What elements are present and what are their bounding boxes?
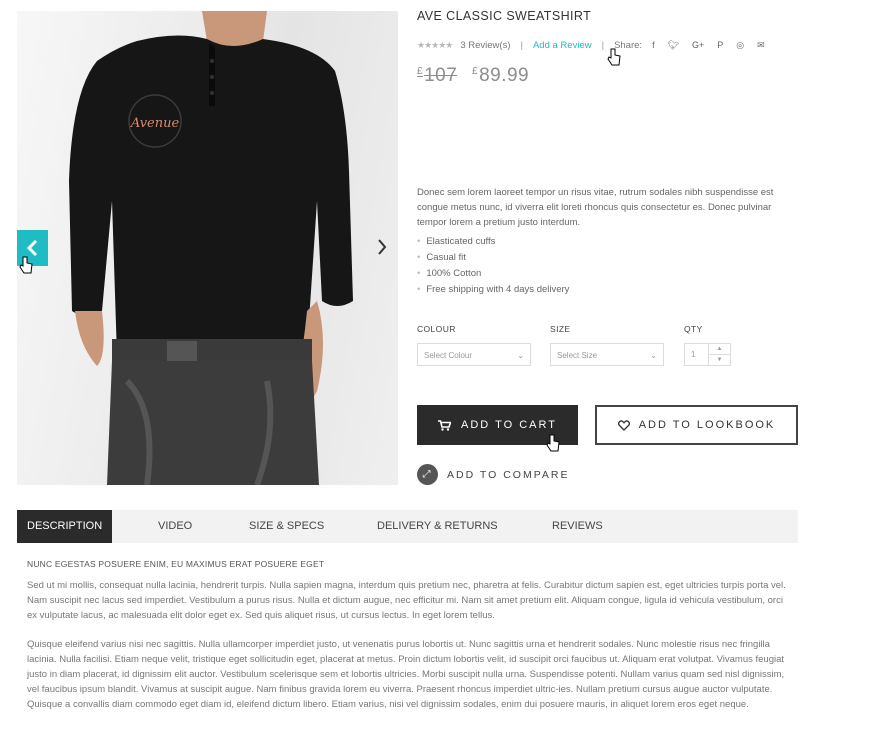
hand-cursor-icon xyxy=(607,48,621,66)
review-row: ★★★★★ 3 Review(s) | Add a Review | Share… xyxy=(417,39,765,51)
chevron-down-icon: ⌄ xyxy=(517,351,524,360)
tab-size-specs[interactable]: SIZE & SPECS xyxy=(249,510,324,543)
quantity-stepper[interactable]: 1 ▲ ▼ xyxy=(684,343,731,366)
colour-label: COLOUR xyxy=(417,324,456,334)
size-select[interactable]: Select Size ⌄ xyxy=(550,343,664,366)
tab-delivery-returns[interactable]: DELIVERY & RETURNS xyxy=(377,510,498,543)
feature-item: Free shipping with 4 days delivery xyxy=(417,282,569,298)
description-heading: NUNC EGESTAS POSUERE ENIM, EU MAXIMUS ER… xyxy=(27,559,325,569)
tab-video[interactable]: VIDEO xyxy=(158,510,192,543)
hand-cursor-icon xyxy=(19,256,33,274)
email-icon[interactable]: ✉ xyxy=(757,40,765,51)
description-paragraph: Sed ut mi mollis, consequat nulla lacini… xyxy=(27,580,786,621)
chevron-left-icon xyxy=(26,240,37,256)
description-paragraph: Quisque eleifend varius nisi nec sagitti… xyxy=(27,639,785,710)
share-icons: f 🐦︎ G+ P ◎ ✉ xyxy=(652,40,765,51)
feature-item: 100% Cotton xyxy=(417,266,569,282)
instagram-icon[interactable]: ◎ xyxy=(736,40,744,51)
feature-list: Elasticated cuffs Casual fit 100% Cotton… xyxy=(417,234,569,298)
increment-icon[interactable]: ▲ xyxy=(709,344,730,355)
gallery-next-button[interactable] xyxy=(372,236,392,258)
reviews-count[interactable]: 3 Review(s) xyxy=(460,40,510,51)
heart-icon xyxy=(617,419,630,431)
divider: | xyxy=(520,39,523,51)
product-description: Donec sem lorem laoreet tempor un risus … xyxy=(417,187,774,228)
colour-select[interactable]: Select Colour ⌄ xyxy=(417,343,531,366)
old-price: £107 xyxy=(417,65,458,86)
add-review-link[interactable]: Add a Review xyxy=(533,40,592,51)
compare-icon: ⤢ xyxy=(417,464,438,485)
divider: | xyxy=(601,39,605,51)
google-plus-icon[interactable]: G+ xyxy=(692,40,704,50)
quantity-value[interactable]: 1 xyxy=(691,350,695,359)
chevron-down-icon: ⌄ xyxy=(650,351,657,360)
current-price: £89.99 xyxy=(472,65,530,86)
rating-stars-icon: ★★★★★ xyxy=(417,39,453,50)
qty-label: QTY xyxy=(684,324,703,334)
product-title: AVE CLASSIC SWEATSHIRT xyxy=(417,9,592,23)
feature-item: Casual fit xyxy=(417,250,569,266)
sweatshirt-photo: Avenue xyxy=(69,11,353,485)
decrement-icon[interactable]: ▼ xyxy=(709,355,730,366)
tab-description[interactable]: DESCRIPTION xyxy=(17,510,113,543)
facebook-icon[interactable]: f xyxy=(652,40,655,50)
size-label: SIZE xyxy=(550,324,571,334)
hand-cursor-icon xyxy=(546,434,560,452)
add-to-compare-link[interactable]: ⤢ ADD TO COMPARE xyxy=(417,464,570,485)
product-image: Avenue xyxy=(17,11,398,485)
add-to-lookbook-button[interactable]: ADD TO LOOKBOOK xyxy=(595,405,798,445)
feature-item: Elasticated cuffs xyxy=(417,234,569,250)
chevron-right-icon xyxy=(378,239,387,255)
pinterest-icon[interactable]: P xyxy=(717,40,723,50)
tab-reviews[interactable]: REVIEWS xyxy=(552,510,603,543)
product-tabs: DESCRIPTION VIDEO SIZE & SPECS DELIVERY … xyxy=(17,510,798,543)
cart-icon xyxy=(438,419,452,431)
twitter-icon[interactable]: 🐦︎ xyxy=(668,40,679,51)
brand-logo: Avenue xyxy=(130,116,180,131)
